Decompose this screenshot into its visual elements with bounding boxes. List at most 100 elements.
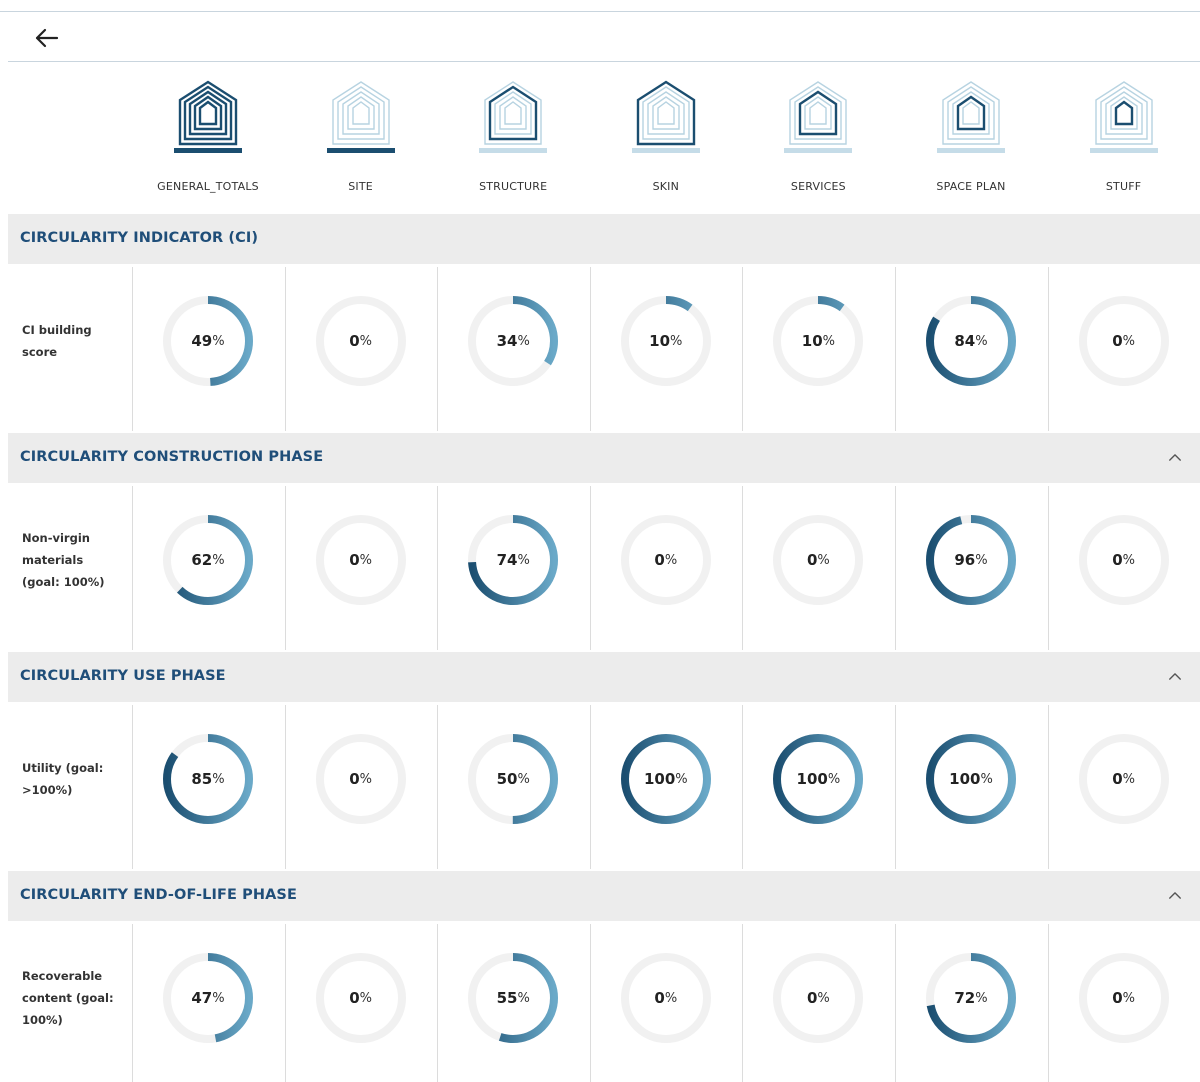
percent-sign: % <box>1122 771 1135 787</box>
percent-sign: % <box>517 771 530 787</box>
donut-cell-general-totals: 85% <box>132 703 284 871</box>
percent-sign: % <box>212 771 225 787</box>
percent-sign: % <box>827 771 841 787</box>
percent-value: 0 <box>654 989 665 1007</box>
percent-sign: % <box>1122 990 1135 1006</box>
collapse-button[interactable] <box>1164 884 1186 906</box>
column-label: SERVICES <box>790 180 846 193</box>
metric-row: Non-virgin materials (goal: 100%) 62% 0% 74… <box>8 484 1200 652</box>
collapse-button[interactable] <box>1164 446 1186 468</box>
column-header-space-plan[interactable]: SPACE PLAN <box>895 62 1047 214</box>
donut-cell-site: 0% <box>285 265 437 433</box>
donut-value: 0% <box>1048 265 1200 417</box>
back-button[interactable] <box>30 24 62 52</box>
section-header[interactable]: CIRCULARITY END-OF-LIFE PHASE <box>8 871 1200 921</box>
donut-value: 10% <box>590 265 742 417</box>
donut-cell-services: 100% <box>742 703 894 871</box>
percent-value: 0 <box>1112 332 1123 350</box>
percent-sign: % <box>1122 333 1135 349</box>
column-header-general-totals[interactable]: GENERAL_TOTALS <box>132 62 284 214</box>
donut-value: 0% <box>1048 484 1200 636</box>
donut-cell-skin: 0% <box>590 484 742 652</box>
house-layers-general-icon <box>174 80 242 153</box>
donut-cell-services: 0% <box>742 484 894 652</box>
collapse-button[interactable] <box>1164 665 1186 687</box>
donut-value: 100% <box>742 703 894 855</box>
section-title: CIRCULARITY CONSTRUCTION PHASE <box>20 449 324 465</box>
percent-sign: % <box>517 333 530 349</box>
column-label: SKIN <box>652 180 680 193</box>
donut-cell-site: 0% <box>285 922 437 1082</box>
donut-cell-site: 0% <box>285 703 437 871</box>
chevron-up-icon <box>1169 672 1181 680</box>
donut-value: 0% <box>742 922 894 1074</box>
column-header-row: GENERAL_TOTALS SITE STRUCTURE SKIN SERVICES S… <box>8 62 1200 214</box>
column-label: GENERAL_TOTALS <box>157 180 259 193</box>
metric-label: CI building score <box>22 323 92 359</box>
percent-sign: % <box>975 552 988 568</box>
percent-sign: % <box>517 990 530 1006</box>
percent-value: 72 <box>954 989 976 1007</box>
percent-value: 74 <box>496 551 518 569</box>
donut-value: 72% <box>895 922 1047 1074</box>
donut-value: 47% <box>132 922 284 1074</box>
percent-value: 0 <box>806 989 818 1007</box>
section-header: CIRCULARITY INDICATOR (CI) <box>8 214 1200 264</box>
column-header-stuff[interactable]: STUFF <box>1048 62 1200 214</box>
donut-value: 85% <box>132 703 284 855</box>
percent-value: 34 <box>496 332 518 350</box>
house-layers-services-icon <box>784 81 853 153</box>
donut-cell-site: 0% <box>285 484 437 652</box>
metric-row: Utility (goal: >100%) 85% 0% 50% 100% 100% 100… <box>8 703 1200 871</box>
section-header[interactable]: CIRCULARITY CONSTRUCTION PHASE <box>8 433 1200 483</box>
donut-cell-space-plan: 72% <box>895 922 1047 1082</box>
column-header-skin[interactable]: SKIN <box>590 62 742 214</box>
column-header-structure[interactable]: STRUCTURE <box>437 62 589 214</box>
percent-value: 96 <box>954 551 976 569</box>
percent-value: 10 <box>649 332 671 350</box>
percent-sign: % <box>359 771 372 787</box>
percent-value: 0 <box>349 551 360 569</box>
donut-cell-space-plan: 96% <box>895 484 1047 652</box>
donut-cell-skin: 0% <box>590 922 742 1082</box>
column-header-site[interactable]: SITE <box>285 62 437 214</box>
donut-value: 0% <box>590 484 742 636</box>
donut-cell-structure: 74% <box>437 484 589 652</box>
percent-value: 0 <box>1112 551 1123 569</box>
percent-value: 47 <box>191 989 213 1007</box>
donut-value: 0% <box>285 265 437 417</box>
donut-cell-services: 10% <box>742 265 894 433</box>
donut-cell-skin: 100% <box>590 703 742 871</box>
house-layers-site-icon <box>326 81 395 153</box>
donut-value: 0% <box>1048 703 1200 855</box>
percent-value: 62 <box>191 551 213 569</box>
donut-value: 62% <box>132 484 284 636</box>
percent-sign: % <box>975 333 988 349</box>
percent-sign: % <box>212 990 225 1006</box>
percent-sign: % <box>664 552 678 568</box>
donut-cell-skin: 10% <box>590 265 742 433</box>
section-header[interactable]: CIRCULARITY USE PHASE <box>8 652 1200 702</box>
column-header-services[interactable]: SERVICES <box>742 62 894 214</box>
percent-sign: % <box>359 552 372 568</box>
donut-value: 49% <box>132 265 284 417</box>
donut-cell-services: 0% <box>742 922 894 1082</box>
percent-value: 0 <box>1112 770 1123 788</box>
donut-value: 100% <box>590 703 742 855</box>
donut-value: 0% <box>285 922 437 1074</box>
percent-value: 100 <box>796 770 828 788</box>
percent-value: 84 <box>954 332 976 350</box>
donut-value: 50% <box>437 703 589 855</box>
percent-sign: % <box>212 552 225 568</box>
percent-value: 55 <box>496 989 518 1007</box>
percent-sign: % <box>817 990 830 1006</box>
percent-sign: % <box>822 333 835 349</box>
percent-value: 100 <box>949 770 981 788</box>
percent-value: 0 <box>1112 989 1123 1007</box>
toolbar <box>8 12 1200 62</box>
donut-cell-stuff: 0% <box>1048 265 1200 433</box>
percent-sign: % <box>664 990 678 1006</box>
percent-value: 85 <box>191 770 213 788</box>
donut-cell-general-totals: 49% <box>132 265 284 433</box>
arrow-left-icon <box>35 28 59 48</box>
